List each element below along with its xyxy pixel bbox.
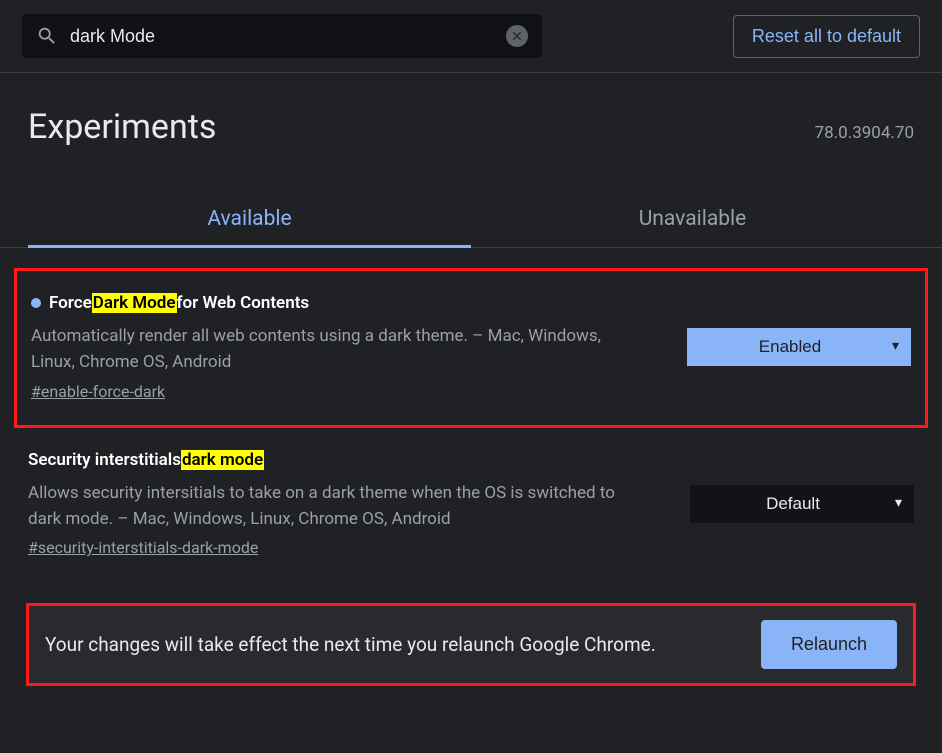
search-input[interactable] xyxy=(70,26,506,47)
flag-info: Security interstitials dark mode Allows … xyxy=(28,450,670,558)
header-row: Experiments 78.0.3904.70 xyxy=(0,73,942,147)
flag-anchor-link[interactable]: #security-interstitials-dark-mode xyxy=(28,538,258,557)
flag-description: Allows security intersitials to take on … xyxy=(28,480,638,533)
flag-title-post: for Web Contents xyxy=(177,293,310,313)
flag-select-security-interstitials[interactable]: Default xyxy=(690,485,914,523)
version-label: 78.0.3904.70 xyxy=(815,123,914,143)
flag-title-highlight: dark mode xyxy=(181,450,264,470)
flag-title: Security interstitials dark mode xyxy=(28,450,670,470)
page-title: Experiments xyxy=(28,107,216,147)
flag-title-highlight: Dark Mode xyxy=(92,293,177,313)
flag-description: Automatically render all web contents us… xyxy=(31,323,641,376)
relaunch-button[interactable]: Relaunch xyxy=(761,620,897,669)
top-bar: Reset all to default xyxy=(0,0,942,73)
search-box[interactable] xyxy=(22,14,542,58)
flag-list: Force Dark Mode for Web Contents Automat… xyxy=(0,248,942,581)
flag-title: Force Dark Mode for Web Contents xyxy=(31,293,667,313)
flag-select-enable-force-dark[interactable]: Enabled xyxy=(687,328,911,366)
flag-enable-force-dark: Force Dark Mode for Web Contents Automat… xyxy=(14,268,928,428)
tab-available[interactable]: Available xyxy=(28,193,471,247)
flag-info: Force Dark Mode for Web Contents Automat… xyxy=(31,293,667,401)
flag-anchor-link[interactable]: #enable-force-dark xyxy=(31,382,165,401)
relaunch-bar: Your changes will take effect the next t… xyxy=(26,603,916,686)
relaunch-bar-wrap: Your changes will take effect the next t… xyxy=(0,581,942,686)
reset-all-button[interactable]: Reset all to default xyxy=(733,15,920,58)
flag-control: Default xyxy=(690,450,914,558)
modified-indicator-icon xyxy=(31,298,41,308)
relaunch-message: Your changes will take effect the next t… xyxy=(45,632,656,659)
flag-title-pre: Security interstitials xyxy=(28,450,181,470)
flag-security-interstitials-dark-mode: Security interstitials dark mode Allows … xyxy=(14,428,928,582)
tabs: Available Unavailable xyxy=(0,193,942,248)
clear-search-button[interactable] xyxy=(506,25,528,47)
search-icon xyxy=(36,25,58,47)
tab-unavailable[interactable]: Unavailable xyxy=(471,193,914,247)
flag-control: Enabled xyxy=(687,293,911,401)
flag-title-pre: Force xyxy=(49,293,92,313)
close-icon xyxy=(510,29,524,43)
